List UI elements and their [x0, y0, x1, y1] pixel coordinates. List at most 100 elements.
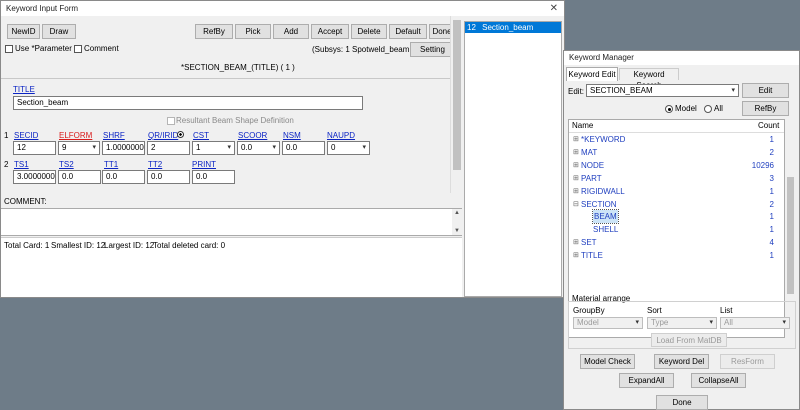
subsys-label: (Subsys: 1 Spotweld_beam.k) — [312, 45, 419, 54]
setting-button[interactable]: Setting — [410, 42, 455, 57]
expand-icon[interactable]: ⊞ — [573, 249, 579, 262]
tree-item[interactable]: ⊞ *KEYWORD 1 — [569, 133, 784, 146]
resultant-checkbox[interactable] — [167, 117, 175, 125]
done-button[interactable]: Done — [656, 395, 708, 410]
chevron-down-icon: ▾ — [709, 319, 713, 326]
elform-select[interactable]: 9 ▾ — [58, 141, 100, 155]
cst-link[interactable]: CST — [193, 131, 209, 140]
tree-item[interactable]: SHELL 1 — [569, 223, 784, 236]
print-link[interactable]: PRINT — [192, 160, 216, 169]
expand-icon[interactable]: ⊞ — [573, 172, 579, 185]
keyword-heading: *SECTION_BEAM_(TITLE) ( 1 ) — [181, 63, 295, 72]
scrollbar-thumb[interactable] — [453, 20, 461, 170]
cst-select[interactable]: 1 ▾ — [192, 141, 235, 155]
collapse-icon[interactable]: ⊟ — [573, 198, 579, 211]
ts1-input[interactable]: 3.0000000 — [13, 170, 56, 184]
load-from-matdb-button[interactable]: Load From MatDB — [651, 333, 727, 347]
sort-select[interactable]: Type ▾ — [647, 317, 717, 329]
nsm-input[interactable]: 0.0 — [282, 141, 325, 155]
tree-item-name: *KEYWORD — [581, 135, 626, 144]
all-radio-label: All — [714, 104, 723, 113]
tree-item[interactable]: ⊞ PART 3 — [569, 172, 784, 185]
list-item[interactable]: 12 Section_beam — [465, 22, 561, 33]
tree-item-count: 1 — [769, 135, 774, 144]
tree-item[interactable]: ⊞ SET 4 — [569, 236, 784, 249]
newid-button[interactable]: NewID — [7, 24, 40, 39]
use-parameter-checkbox[interactable] — [5, 45, 13, 53]
expand-icon[interactable]: ⊞ — [573, 236, 579, 249]
tree-item[interactable]: ⊞ NODE 10296 — [569, 159, 784, 172]
keyword-manager-window: Keyword Manager Keyword Edit Keyword Sea… — [563, 50, 800, 410]
shrf-link[interactable]: SHRF — [103, 131, 125, 140]
ts2-link[interactable]: TS2 — [59, 160, 74, 169]
keyword-del-button[interactable]: Keyword Del — [654, 354, 709, 369]
model-radio[interactable] — [665, 105, 673, 113]
scroll-up-icon[interactable]: ▲ — [452, 209, 462, 217]
pick-button[interactable]: Pick — [235, 24, 271, 39]
resform-button[interactable]: ResForm — [720, 354, 775, 369]
list-value: All — [724, 318, 733, 327]
tree-item-name: SET — [581, 238, 597, 248]
delete-button[interactable]: Delete — [351, 24, 387, 39]
expand-icon[interactable]: ⊞ — [573, 159, 579, 172]
comment-scrollbar[interactable]: ▲ ▼ — [452, 209, 462, 235]
title-input[interactable]: Section_beam — [13, 96, 363, 110]
secid-link[interactable]: SECID — [14, 131, 38, 140]
groupby-value: Model — [577, 318, 599, 327]
list-select[interactable]: All ▾ — [720, 317, 790, 329]
default-button[interactable]: Default — [389, 24, 427, 39]
elform-link[interactable]: ELFORM — [59, 131, 92, 140]
close-icon[interactable]: ✕ — [550, 1, 558, 16]
tt1-input[interactable]: 0.0 — [102, 170, 145, 184]
tab-keyword-edit[interactable]: Keyword Edit — [566, 67, 618, 81]
expand-icon[interactable]: ⊞ — [573, 146, 579, 159]
tree-item[interactable]: ⊞ RIGIDWALL 1 — [569, 185, 784, 198]
expand-icon[interactable]: ⊞ — [573, 185, 579, 198]
secid-input[interactable]: 12 — [13, 141, 56, 155]
accept-button[interactable]: Accept — [311, 24, 349, 39]
edit-button[interactable]: Edit — [742, 83, 789, 98]
card-area-scrollbar[interactable] — [450, 16, 462, 193]
qr-irid-input[interactable]: 2 — [147, 141, 190, 155]
comment-textarea[interactable]: ▲ ▼ — [1, 208, 462, 236]
ts1-link[interactable]: TS1 — [14, 160, 29, 169]
tree-item[interactable]: ⊞ TITLE 1 — [569, 249, 784, 262]
tree-item[interactable]: ⊞ MAT 2 — [569, 146, 784, 159]
tree-item[interactable]: BEAM 1 — [569, 209, 784, 225]
all-radio[interactable] — [704, 105, 712, 113]
tt2-input[interactable]: 0.0 — [147, 170, 190, 184]
qr-irid-link[interactable]: QR/IRID — [148, 131, 178, 140]
tree-item-count: 1 — [769, 225, 774, 235]
add-button[interactable]: Add — [273, 24, 309, 39]
tt2-link[interactable]: TT2 — [148, 160, 162, 169]
groupby-select[interactable]: Model ▾ — [573, 317, 643, 329]
elform-value: 9 — [62, 143, 67, 152]
scoor-select[interactable]: 0.0 ▾ — [237, 141, 280, 155]
naupd-link[interactable]: NAUPD — [327, 131, 355, 140]
comment-checkbox[interactable] — [74, 45, 82, 53]
refby-button[interactable]: RefBy — [195, 24, 233, 39]
shrf-input[interactable]: 1.0000000 — [102, 141, 145, 155]
title-link[interactable]: TITLE — [13, 85, 35, 94]
scroll-down-icon[interactable]: ▼ — [452, 227, 462, 235]
refby-button[interactable]: RefBy — [742, 101, 789, 116]
tab-keyword-search[interactable]: Keyword Search — [619, 68, 679, 90]
column-name: Name — [572, 121, 594, 130]
ts2-input[interactable]: 0.0 — [58, 170, 101, 184]
collapse-all-button[interactable]: CollapseAll — [691, 373, 746, 388]
tree-item[interactable]: ⊟ SECTION 2 — [569, 198, 784, 211]
scoor-link[interactable]: SCOOR — [238, 131, 267, 140]
chevron-down-icon: ▾ — [362, 144, 366, 151]
tree-item-count: 10296 — [751, 160, 774, 170]
draw-button[interactable]: Draw — [42, 24, 76, 39]
model-check-button[interactable]: Model Check — [580, 354, 635, 369]
scrollbar-thumb[interactable] — [787, 177, 794, 294]
expand-all-button[interactable]: ExpandAll — [619, 373, 674, 388]
print-input[interactable]: 0.0 — [192, 170, 235, 184]
tree-item-count: 3 — [769, 173, 774, 183]
nsm-link[interactable]: NSM — [283, 131, 301, 140]
naupd-select[interactable]: 0 ▾ — [327, 141, 370, 155]
keyword-select[interactable]: SECTION_BEAM ▾ — [586, 84, 739, 97]
expand-icon[interactable]: ⊞ — [573, 133, 579, 146]
tt1-link[interactable]: TT1 — [104, 160, 118, 169]
